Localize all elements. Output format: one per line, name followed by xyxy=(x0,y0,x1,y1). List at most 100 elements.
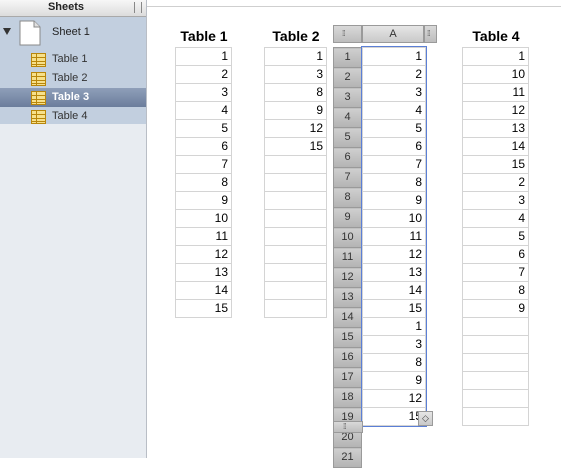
row-header[interactable]: 4 xyxy=(333,107,362,128)
sidebar-item-table-1[interactable]: Table 1 xyxy=(0,50,146,69)
table-cell[interactable] xyxy=(462,407,529,426)
table-cell[interactable] xyxy=(462,317,529,336)
table-cell[interactable]: 1 xyxy=(462,47,529,66)
table-2-grid[interactable]: 1 3 8 9 12 15 xyxy=(264,47,327,318)
table-cell[interactable]: 15 xyxy=(462,155,529,174)
row-header[interactable]: 10 xyxy=(333,227,362,248)
table-cell[interactable]: 2 xyxy=(175,65,232,84)
row-header[interactable]: 15 xyxy=(333,327,362,348)
row-header[interactable]: 8 xyxy=(333,187,362,208)
table-cell[interactable] xyxy=(264,263,327,282)
table-cell[interactable]: 3 xyxy=(264,65,327,84)
table-cell[interactable]: 15 xyxy=(362,407,426,426)
table-cell[interactable]: 11 xyxy=(175,227,232,246)
table-cell[interactable]: 9 xyxy=(175,191,232,210)
table-3-move-handle[interactable]: ⁞⁞ xyxy=(333,25,362,43)
table-cell[interactable] xyxy=(462,371,529,390)
table-cell[interactable] xyxy=(264,245,327,264)
row-header[interactable]: 9 xyxy=(333,207,362,228)
table-cell[interactable]: 9 xyxy=(362,371,426,390)
table-3-row-headers[interactable]: 1 2 3 4 5 6 7 8 9 10 11 12 13 14 15 16 17 18 19 20 21 xyxy=(333,47,362,468)
table-cell[interactable] xyxy=(462,335,529,354)
table-3-grid[interactable]: 1 2 3 4 5 6 7 8 9 10 11 12 13 14 15 1 3 8 9 12 15 xyxy=(361,46,427,427)
table-cell[interactable]: 1 xyxy=(264,47,327,66)
table-cell[interactable]: 2 xyxy=(362,65,426,84)
table-cell[interactable]: 8 xyxy=(362,173,426,192)
table-cell[interactable]: 13 xyxy=(462,119,529,138)
table-cell[interactable]: 1 xyxy=(362,47,426,66)
table-cell[interactable]: 12 xyxy=(362,389,426,408)
table-cell[interactable] xyxy=(462,353,529,372)
table-cell[interactable]: 10 xyxy=(362,209,426,228)
row-header[interactable]: 5 xyxy=(333,127,362,148)
table-cell[interactable] xyxy=(264,209,327,228)
table-cell[interactable]: 10 xyxy=(462,65,529,84)
sidebar-item-table-4[interactable]: Table 4 xyxy=(0,107,146,126)
table-cell[interactable]: 12 xyxy=(175,245,232,264)
table-cell[interactable]: 4 xyxy=(175,101,232,120)
table-2-title[interactable]: Table 2 xyxy=(265,28,327,44)
table-cell[interactable]: 13 xyxy=(362,263,426,282)
table-cell[interactable]: 1 xyxy=(175,47,232,66)
table-cell[interactable] xyxy=(264,191,327,210)
table-resize-handle[interactable]: ◇ xyxy=(418,411,433,426)
table-cell[interactable]: 9 xyxy=(362,191,426,210)
table-cell[interactable] xyxy=(264,155,327,174)
sidebar-item-table-2[interactable]: Table 2 xyxy=(0,69,146,88)
table-cell[interactable]: 14 xyxy=(175,281,232,300)
table-cell[interactable]: 15 xyxy=(264,137,327,156)
row-header[interactable]: 13 xyxy=(333,287,362,308)
table-cell[interactable]: 3 xyxy=(462,191,529,210)
table-cell[interactable]: 13 xyxy=(175,263,232,282)
table-cell[interactable]: 5 xyxy=(462,227,529,246)
table-cell[interactable]: 7 xyxy=(175,155,232,174)
table-cell[interactable]: 2 xyxy=(462,173,529,192)
table-cell[interactable]: 15 xyxy=(362,299,426,318)
table-cell[interactable]: 9 xyxy=(462,299,529,318)
table-cell[interactable]: 15 xyxy=(175,299,232,318)
table-cell[interactable]: 3 xyxy=(175,83,232,102)
disclosure-triangle-icon[interactable] xyxy=(3,28,11,35)
table-cell[interactable]: 8 xyxy=(462,281,529,300)
table-1-title[interactable]: Table 1 xyxy=(176,28,232,44)
table-cell[interactable]: 12 xyxy=(462,101,529,120)
table-cell[interactable] xyxy=(264,227,327,246)
table-4-title[interactable]: Table 4 xyxy=(463,28,529,44)
table-cell[interactable]: 9 xyxy=(264,101,327,120)
table-cell[interactable]: 3 xyxy=(362,335,426,354)
table-cell[interactable]: 6 xyxy=(175,137,232,156)
row-header[interactable]: 6 xyxy=(333,147,362,168)
row-header[interactable]: 3 xyxy=(333,87,362,108)
row-header[interactable]: 7 xyxy=(333,167,362,188)
column-header-a[interactable]: A xyxy=(362,25,424,43)
table-cell[interactable]: 14 xyxy=(462,137,529,156)
table-cell[interactable]: 5 xyxy=(175,119,232,138)
row-header[interactable]: 17 xyxy=(333,367,362,388)
table-cell[interactable] xyxy=(264,281,327,300)
table-cell[interactable]: 12 xyxy=(362,245,426,264)
table-cell[interactable]: 4 xyxy=(362,101,426,120)
sidebar-item-table-3[interactable]: Table 3 xyxy=(0,88,146,107)
table-cell[interactable]: 4 xyxy=(462,209,529,228)
table-cell[interactable]: 11 xyxy=(362,227,426,246)
row-header[interactable]: 2 xyxy=(333,67,362,88)
table-cell[interactable]: 1 xyxy=(362,317,426,336)
table-cell[interactable]: 10 xyxy=(175,209,232,228)
table-1-grid[interactable]: 1 2 3 4 5 6 7 8 9 10 11 12 13 14 15 xyxy=(175,47,232,318)
sidebar-resize-handle[interactable] xyxy=(134,2,142,13)
row-header[interactable]: 16 xyxy=(333,347,362,368)
table-cell[interactable]: 12 xyxy=(264,119,327,138)
table-cell[interactable]: 11 xyxy=(462,83,529,102)
row-header[interactable]: 1 xyxy=(333,47,362,68)
row-header[interactable]: 11 xyxy=(333,247,362,268)
table-cell[interactable]: 14 xyxy=(362,281,426,300)
row-header[interactable]: 14 xyxy=(333,307,362,328)
table-cell[interactable]: 6 xyxy=(362,137,426,156)
table-cell[interactable]: 7 xyxy=(362,155,426,174)
row-header[interactable]: 18 xyxy=(333,387,362,408)
table-cell[interactable] xyxy=(462,389,529,408)
table-cell[interactable] xyxy=(264,299,327,318)
table-cell[interactable]: 6 xyxy=(462,245,529,264)
table-cell[interactable]: 7 xyxy=(462,263,529,282)
row-header[interactable]: 12 xyxy=(333,267,362,288)
